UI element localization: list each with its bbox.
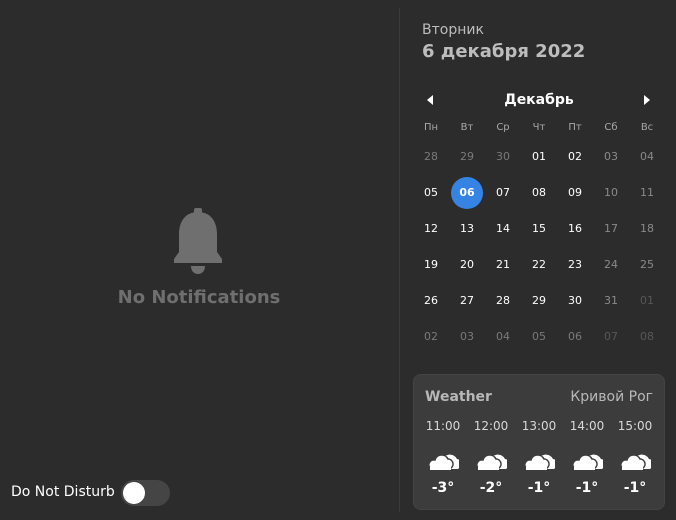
calendar-day[interactable]: 28 — [415, 141, 447, 173]
next-month-button[interactable] — [640, 93, 654, 107]
calendar-day[interactable]: 04 — [631, 141, 663, 173]
weekday-header-cell: Пт — [568, 122, 582, 133]
do-not-disturb-toggle[interactable] — [121, 480, 170, 506]
calendar-day[interactable]: 04 — [487, 321, 519, 353]
weekday-header-cell: Пн — [423, 122, 439, 133]
calendar-day[interactable]: 11 — [631, 177, 663, 209]
calendar-day[interactable]: 20 — [451, 249, 483, 281]
weather-location: Кривой Рог — [570, 389, 653, 405]
calendar-day[interactable]: 26 — [415, 285, 447, 317]
calendar-day[interactable]: 08 — [523, 177, 555, 209]
calendar-day[interactable]: 16 — [559, 213, 591, 245]
partly-cloudy-icon — [427, 447, 462, 473]
calendar-day[interactable]: 01 — [631, 285, 663, 317]
weekday-header-cell: Вт — [460, 122, 474, 133]
calendar-day[interactable]: 21 — [487, 249, 519, 281]
calendar-day[interactable]: 27 — [451, 285, 483, 317]
calendar-day[interactable]: 08 — [631, 321, 663, 353]
weekday-header-cell: Ср — [496, 122, 510, 133]
calendar-day[interactable]: 28 — [487, 285, 519, 317]
weather-widget[interactable]: Weather Кривой Рог 11:00 -3° 12:00 -2° 13:00… — [413, 374, 665, 510]
partly-cloudy-icon — [619, 447, 654, 473]
weekday-header-cell: Вс — [640, 122, 654, 133]
calendar-day[interactable]: 03 — [451, 321, 483, 353]
full-date-label[interactable]: 6 декабря 2022 — [422, 41, 585, 62]
forecast-temperature: -3° — [431, 480, 455, 496]
calendar-day[interactable]: 07 — [595, 321, 627, 353]
forecast-time: 15:00 — [617, 419, 653, 433]
panel-divider — [399, 8, 400, 512]
calendar-day[interactable]: 05 — [523, 321, 555, 353]
calendar-day[interactable]: 06 — [559, 321, 591, 353]
calendar-day-today[interactable]: 06 — [451, 177, 483, 209]
no-notifications-label: No Notifications — [117, 287, 281, 308]
calendar-day[interactable]: 03 — [595, 141, 627, 173]
calendar-day[interactable]: 14 — [487, 213, 519, 245]
partly-cloudy-icon — [523, 447, 558, 473]
forecast-time: 14:00 — [569, 419, 605, 433]
calendar-day[interactable]: 02 — [415, 321, 447, 353]
forecast-temperature: -1° — [575, 480, 599, 496]
calendar-day[interactable]: 18 — [631, 213, 663, 245]
calendar-day[interactable]: 12 — [415, 213, 447, 245]
do-not-disturb-label: Do Not Disturb — [11, 484, 115, 500]
forecast-temperature: -2° — [479, 480, 503, 496]
forecast-time: 11:00 — [425, 419, 461, 433]
calendar-day[interactable]: 25 — [631, 249, 663, 281]
notification-list: No Notifications Do Not Disturb — [0, 0, 399, 520]
partly-cloudy-icon — [571, 447, 606, 473]
calendar-day[interactable]: 30 — [487, 141, 519, 173]
toggle-knob[interactable] — [123, 482, 145, 504]
calendar-day[interactable]: 24 — [595, 249, 627, 281]
bell-icon — [174, 208, 222, 274]
calendar-day[interactable]: 17 — [595, 213, 627, 245]
calendar-day[interactable]: 30 — [559, 285, 591, 317]
calendar-day[interactable]: 19 — [415, 249, 447, 281]
calendar-day[interactable]: 31 — [595, 285, 627, 317]
weekday-label[interactable]: Вторник — [422, 22, 484, 38]
calendar-day[interactable]: 05 — [415, 177, 447, 209]
calendar-day[interactable]: 29 — [523, 285, 555, 317]
partly-cloudy-icon — [475, 447, 510, 473]
calendar-day[interactable]: 23 — [559, 249, 591, 281]
previous-month-button[interactable] — [423, 93, 437, 107]
calendar-day[interactable]: 09 — [559, 177, 591, 209]
weekday-header-cell: Чт — [532, 122, 546, 133]
forecast-time: 13:00 — [521, 419, 557, 433]
calendar-month-title: Декабрь — [504, 92, 574, 108]
calendar-day[interactable]: 02 — [559, 141, 591, 173]
forecast-temperature: -1° — [623, 480, 647, 496]
weekday-header-cell: Сб — [604, 122, 618, 133]
forecast-temperature: -1° — [527, 480, 551, 496]
calendar-day[interactable]: 13 — [451, 213, 483, 245]
calendar-day[interactable]: 07 — [487, 177, 519, 209]
calendar-day[interactable]: 22 — [523, 249, 555, 281]
calendar-day[interactable]: 10 — [595, 177, 627, 209]
calendar-day[interactable]: 29 — [451, 141, 483, 173]
forecast-time: 12:00 — [473, 419, 509, 433]
calendar-day[interactable]: 15 — [523, 213, 555, 245]
weather-title: Weather — [425, 389, 492, 405]
calendar-day[interactable]: 01 — [523, 141, 555, 173]
